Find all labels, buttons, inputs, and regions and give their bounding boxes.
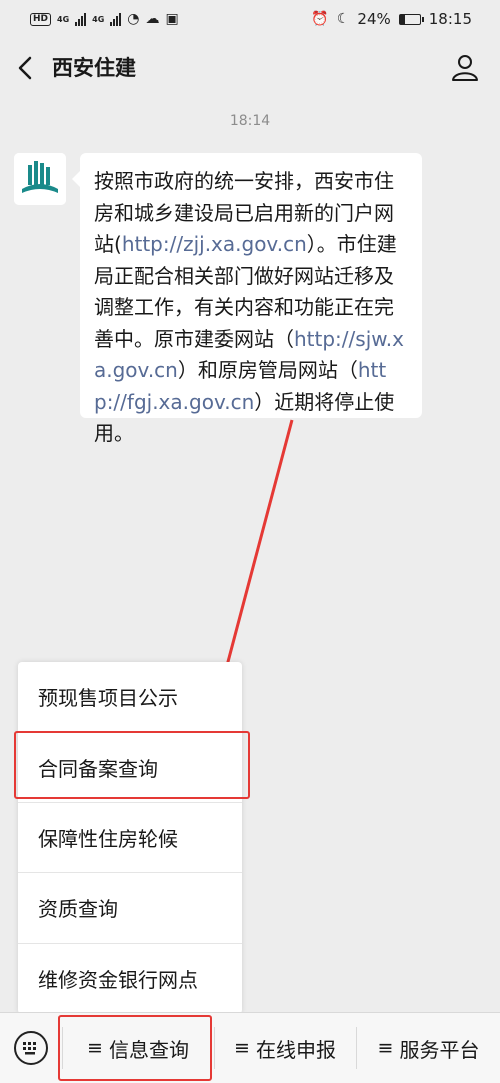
xian-housing-logo-icon	[14, 153, 66, 205]
bottom-menu-bar: ≡ 信息查询 ≡ 在线申报 ≡ 服务平台	[0, 1012, 500, 1083]
page-title: 西安住建	[52, 56, 136, 80]
menu-item-affordable-housing-queue[interactable]: 保障性住房轮候	[18, 803, 242, 874]
menu-lines-icon: ≡	[234, 1037, 250, 1059]
menu-item-qualification-query[interactable]: 资质查询	[18, 873, 242, 944]
back-arrow-icon[interactable]	[14, 54, 38, 82]
keyboard-icon	[23, 1042, 36, 1055]
submenu-popup: 预现售项目公示 合同备案查询 保障性住房轮候 资质查询 维修资金银行网点	[18, 662, 242, 1014]
status-bar: HD 4G 4G ◔ ☁ ▣ ⏰ ☾ 24% 18:15	[0, 0, 500, 38]
link-zjj[interactable]: http://zjj.xa.gov.cn	[122, 232, 307, 256]
account-avatar[interactable]	[14, 153, 66, 205]
message-bubble: 按照市政府的统一安排，西安市住房和城乡建设局已启用新的门户网站(http://z…	[72, 153, 422, 445]
battery-percent: 24%	[357, 10, 391, 28]
signal-icon	[75, 12, 87, 26]
message-text-3: ）和原房管局网站（	[177, 358, 358, 382]
headset-icon: ◔	[127, 11, 140, 27]
menu-lines-icon: ≡	[87, 1037, 103, 1059]
status-time: 18:15	[428, 10, 472, 28]
tab-service-platform[interactable]: ≡ 服务平台	[357, 1013, 500, 1083]
profile-icon[interactable]	[450, 52, 480, 82]
alarm-icon: ⏰	[311, 11, 329, 27]
tab-online-application[interactable]: ≡ 在线申报	[215, 1013, 355, 1083]
status-right: ⏰ ☾ 24% 18:15	[311, 10, 472, 28]
moon-icon: ☾	[336, 11, 350, 27]
menu-item-contract-filing-query[interactable]: 合同备案查询	[18, 732, 242, 803]
cloud-icon: ☁	[145, 11, 160, 27]
tab-service-platform-label: 服务平台	[399, 1037, 480, 1062]
menu-item-maintenance-fund-banks[interactable]: 维修资金银行网点	[18, 944, 242, 1014]
keyboard-toggle-button[interactable]	[14, 1031, 48, 1065]
message-timestamp: 18:14	[229, 113, 271, 129]
tab-info-query[interactable]: ≡ 信息查询	[63, 1013, 213, 1083]
menu-lines-icon: ≡	[377, 1037, 394, 1059]
app-icon: ▣	[165, 11, 179, 27]
status-left: HD 4G 4G ◔ ☁ ▣	[30, 12, 179, 26]
nav-bar: 西安住建	[0, 38, 500, 98]
tab-info-query-label: 信息查询	[108, 1037, 189, 1062]
network-label-2: 4G	[92, 14, 105, 24]
signal-icon-2	[110, 12, 122, 26]
menu-item-presale-projects[interactable]: 预现售项目公示	[18, 662, 242, 733]
network-label-1: 4G	[57, 14, 70, 24]
battery-icon	[398, 13, 424, 25]
hd-badge: HD	[30, 12, 52, 26]
tab-online-application-label: 在线申报	[255, 1037, 336, 1062]
